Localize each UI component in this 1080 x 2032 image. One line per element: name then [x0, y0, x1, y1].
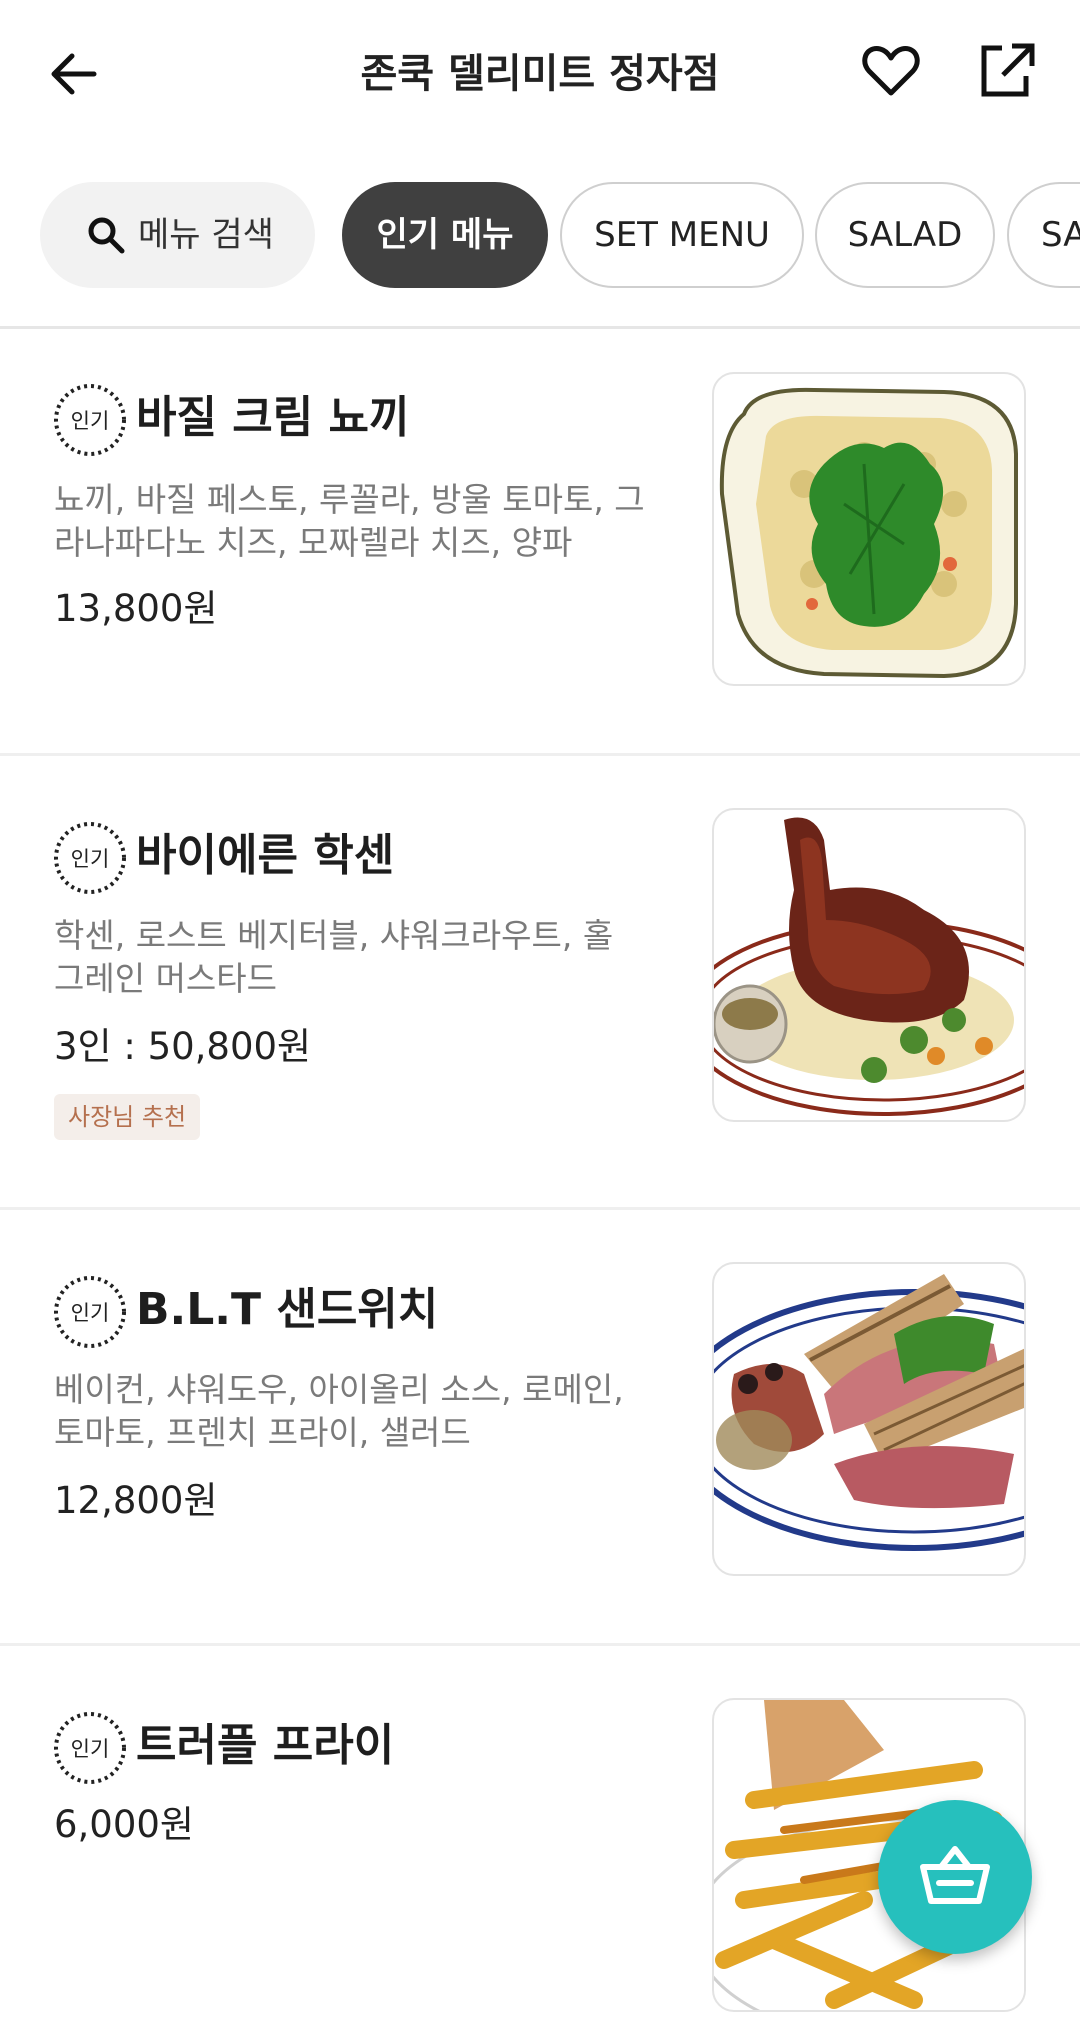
- divider: [0, 326, 1080, 329]
- menu-item-price: 13,800원: [54, 587, 218, 630]
- tab-partial-next[interactable]: SA: [1007, 182, 1080, 288]
- menu-item[interactable]: 인기 B.L.T 샌드위치 베이컨, 샤워도우, 아이올리 소스, 로메인, 토…: [0, 1210, 1080, 1646]
- menu-item-name: 바질 크림 뇨끼: [136, 392, 410, 443]
- menu-item-photo: [712, 808, 1026, 1122]
- menu-item-description: 학센, 로스트 베지터블, 샤워크라우트, 홀그레인 머스타드: [54, 916, 614, 998]
- menu-item-description: 뇨끼, 바질 페스토, 루꼴라, 방울 토마토, 그라나파다노 치즈, 모짜렐라…: [54, 480, 645, 562]
- share-icon[interactable]: [976, 40, 1038, 102]
- menu-item-description: 베이컨, 샤워도우, 아이올리 소스, 로메인, 토마토, 프렌치 프라이, 샐…: [54, 1370, 624, 1452]
- tab-set-menu[interactable]: SET MENU: [560, 182, 804, 288]
- popular-badge-icon: 인기: [54, 1276, 126, 1348]
- svg-text:인기: 인기: [71, 409, 110, 433]
- cart-button[interactable]: [878, 1800, 1032, 1954]
- category-bar: 메뉴 검색 인기 메뉴 SET MENU SALAD SA: [0, 180, 1080, 290]
- menu-item-photo: [712, 372, 1026, 686]
- menu-item-name: 바이에른 학센: [136, 830, 395, 881]
- heart-icon[interactable]: [860, 40, 922, 102]
- svg-text:인기: 인기: [71, 847, 110, 871]
- menu-item[interactable]: 인기 바이에른 학센 학센, 로스트 베지터블, 샤워크라우트, 홀그레인 머스…: [0, 756, 1080, 1210]
- menu-item-price: 12,800원: [54, 1479, 218, 1522]
- svg-text:인기: 인기: [71, 1737, 110, 1761]
- tab-salad[interactable]: SALAD: [815, 182, 995, 288]
- menu-search-chip[interactable]: 메뉴 검색: [40, 182, 315, 288]
- menu-search-label: 메뉴 검색: [138, 215, 274, 255]
- menu-item-name: 트러플 프라이: [136, 1720, 395, 1771]
- popular-badge-icon: 인기: [54, 822, 126, 894]
- popular-badge-icon: 인기: [54, 384, 126, 456]
- menu-item-price: 6,000원: [54, 1803, 194, 1846]
- tab-popular-menu[interactable]: 인기 메뉴: [342, 182, 548, 288]
- menu-item-photo: [712, 1262, 1026, 1576]
- svg-text:인기: 인기: [71, 1301, 110, 1325]
- cart-basket-icon: [920, 1846, 990, 1904]
- menu-item-price: 3인 : 50,800원: [54, 1025, 312, 1068]
- owner-recommend-tag: 사장님 추천: [54, 1094, 201, 1140]
- popular-badge-icon: 인기: [54, 1712, 126, 1784]
- menu-item[interactable]: 인기 바질 크림 뇨끼 뇨끼, 바질 페스토, 루꼴라, 방울 토마토, 그라나…: [0, 330, 1080, 756]
- app-header: 존쿡 델리미트 정자점: [0, 0, 1080, 146]
- menu-item-name: B.L.T 샌드위치: [136, 1284, 439, 1335]
- search-icon: [88, 217, 125, 254]
